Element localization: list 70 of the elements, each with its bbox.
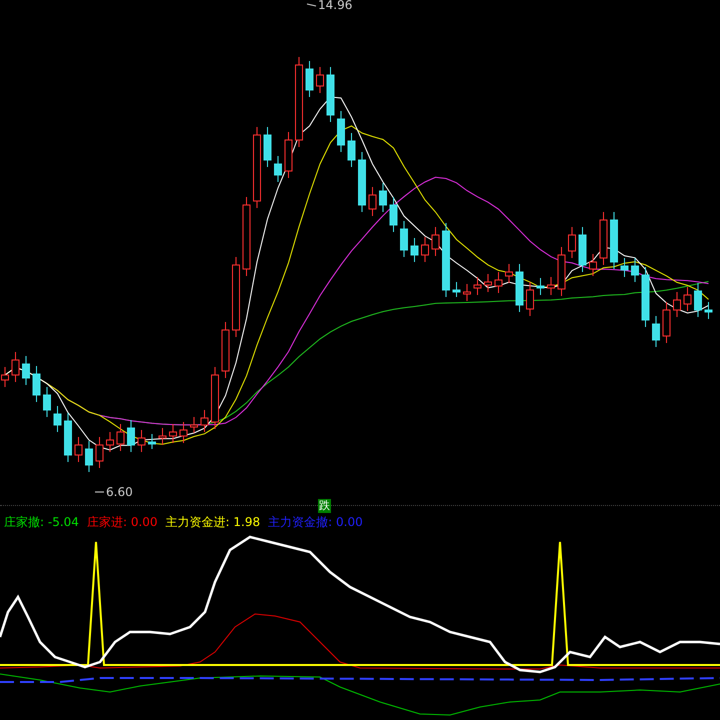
- candlestick: [474, 276, 482, 296]
- candlestick: [43, 386, 51, 418]
- candlestick: [138, 430, 146, 452]
- candlestick: [558, 246, 566, 296]
- candlestick: [148, 434, 156, 450]
- candlestick: [536, 278, 544, 296]
- candlestick: [516, 264, 524, 312]
- candlestick: [337, 110, 345, 152]
- candlestick: [673, 292, 681, 318]
- signal-badge: 跌: [318, 499, 331, 513]
- candlestick: [505, 264, 513, 284]
- candlestick: [600, 212, 608, 266]
- candlestick: [631, 258, 639, 282]
- candlestick: [379, 182, 387, 212]
- candlestick: [400, 220, 408, 258]
- candlestick: [704, 302, 712, 320]
- candlestick: [284, 132, 292, 178]
- candlestick: [547, 276, 555, 296]
- candlestick: [158, 428, 166, 446]
- candlestick: [421, 236, 429, 262]
- candlestick: [484, 274, 492, 292]
- candlestick: [526, 282, 534, 316]
- high-price-label: 14.96: [318, 0, 352, 12]
- candlestick: [200, 410, 208, 432]
- candlestick: [222, 322, 230, 378]
- candlestick: [494, 272, 502, 294]
- candlestick: [432, 226, 440, 256]
- candlestick: [463, 284, 471, 302]
- candlestick: [106, 432, 114, 452]
- candlestick: [662, 302, 670, 344]
- legend-item: 庄家撤: -5.04: [4, 514, 79, 530]
- legend-item: 主力资金进: 1.98: [166, 514, 260, 530]
- candlestick: [274, 156, 282, 182]
- candlestick: [620, 258, 628, 278]
- candlestick: [22, 356, 30, 386]
- candlestick: [452, 282, 460, 298]
- legend-item: 庄家进: 0.00: [86, 514, 158, 530]
- candlestick: [180, 422, 188, 444]
- candlestick: [642, 266, 650, 328]
- candlestick: [306, 60, 314, 98]
- leader-line: [306, 4, 316, 6]
- candlestick: [694, 282, 702, 318]
- candlestick: [348, 132, 356, 168]
- candlestick: [652, 316, 660, 348]
- low-price-label: 6.60: [106, 485, 133, 499]
- candlestick: [326, 66, 334, 122]
- candlestick: [264, 126, 272, 168]
- candlestick: [85, 440, 93, 472]
- candlestick: [54, 406, 62, 432]
- candlestick: [410, 238, 418, 262]
- candlestick: [96, 436, 104, 468]
- candlestick: [190, 416, 198, 434]
- candlestick: [390, 196, 398, 232]
- candlestick: [116, 424, 124, 452]
- candlestick: [316, 66, 324, 94]
- candlestick: [12, 352, 20, 382]
- candlestick: [169, 424, 177, 444]
- candlestick: [610, 212, 618, 270]
- candlestick: [358, 152, 366, 212]
- legend-item: 主力资金撤: 0.00: [268, 514, 363, 530]
- candlestick: [578, 226, 586, 272]
- candlestick: [211, 366, 219, 430]
- candlestick: [589, 254, 597, 276]
- candlestick: [32, 366, 40, 402]
- candlestick: [74, 436, 82, 462]
- candlestick: [368, 186, 376, 216]
- candlestick: [684, 286, 692, 312]
- candlestick: [127, 420, 135, 452]
- candlestick: [64, 412, 72, 462]
- candlestick: [568, 226, 576, 258]
